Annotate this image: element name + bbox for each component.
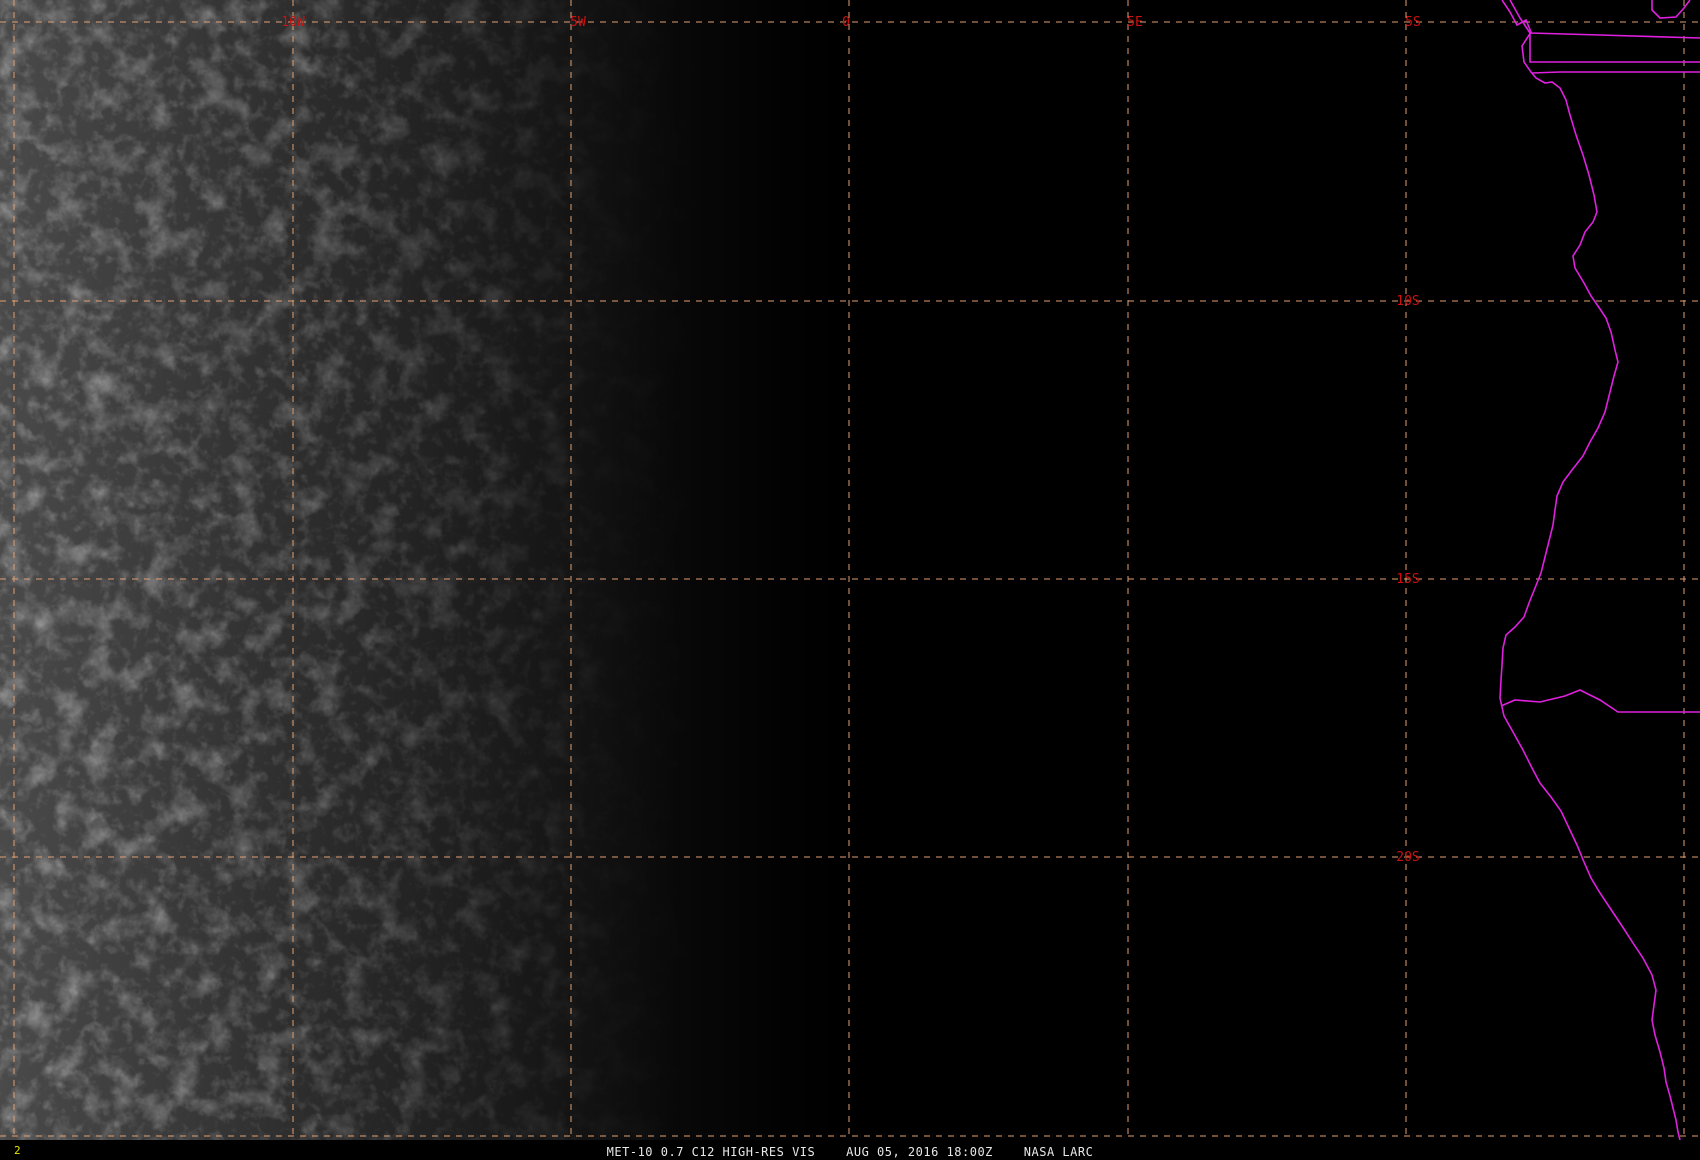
lon-label-10w: 10W xyxy=(281,15,305,30)
image-caption: MET-10 0.7 C12 HIGH-RES VIS AUG 05, 2016… xyxy=(606,1145,1094,1159)
lon-label-5e: 5E xyxy=(1127,15,1143,30)
border-upper-left xyxy=(1509,0,1700,39)
lon-label-5w: 5W xyxy=(570,15,586,30)
coastline xyxy=(1499,0,1700,1141)
coastline-west-africa xyxy=(1499,0,1681,1141)
satellite-viewer[interactable]: 10W 5W 0 5E 5S 10S 15S 20S 2 MET-10 0.7 … xyxy=(0,0,1700,1160)
border-north-angola xyxy=(1531,71,1700,74)
lon-label-0: 0 xyxy=(842,15,850,30)
lat-label-20s: 20S xyxy=(1396,850,1419,865)
lat-label-10s: 10S xyxy=(1396,294,1419,309)
lat-lon-grid xyxy=(0,0,1700,1140)
border-angola-namibia xyxy=(1500,689,1700,713)
lat-label-15s: 15S xyxy=(1396,572,1419,587)
map-overlay: 10W 5W 0 5E 5S 10S 15S 20S xyxy=(0,0,1700,1141)
lat-label-5s: 5S xyxy=(1405,15,1421,30)
grid-labels: 10W 5W 0 5E 5S 10S 15S 20S xyxy=(281,15,1421,865)
